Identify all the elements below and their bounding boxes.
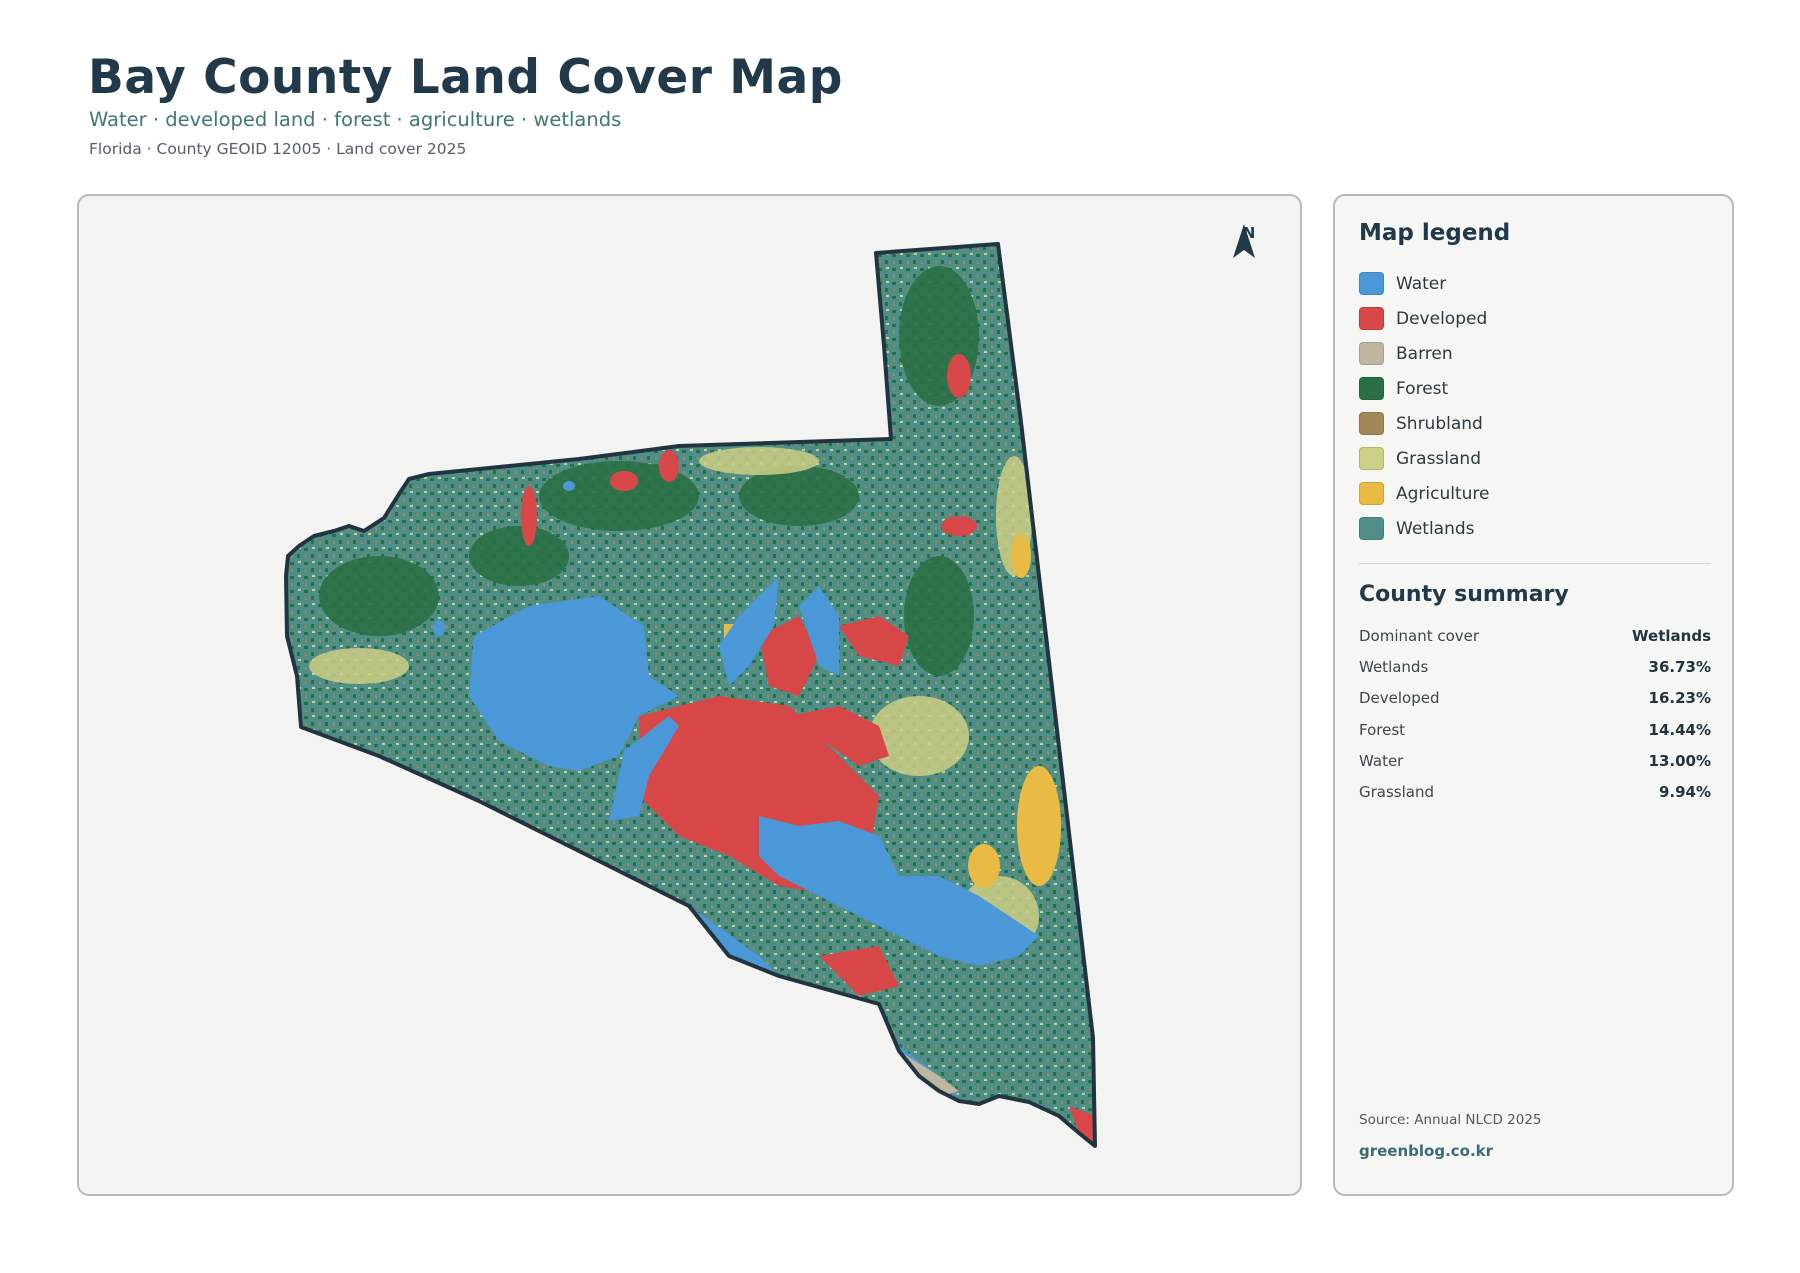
summary-key: Grassland (1359, 783, 1434, 802)
summary-row: Grassland 9.94% (1359, 776, 1711, 807)
source-note: Source: Annual NLCD 2025 (1359, 1112, 1542, 1128)
summary-value: Wetlands (1632, 626, 1711, 645)
legend-label: Wetlands (1396, 518, 1475, 539)
legend-label: Agriculture (1396, 483, 1490, 504)
legend-item-water: Water (1359, 266, 1490, 301)
summary-key: Forest (1359, 720, 1406, 739)
legend-item-agriculture: Agriculture (1359, 476, 1490, 511)
map-subtitle: Water · developed land · forest · agricu… (89, 108, 622, 131)
legend-swatch (1359, 412, 1384, 435)
legend-item-shrubland: Shrubland (1359, 406, 1490, 441)
legend-list: Water Developed Barren Forest Shrubland Grass… (1359, 266, 1490, 546)
legend-swatch (1359, 307, 1384, 330)
north-arrow: N (1231, 222, 1267, 284)
summary-row: Dominant cover Wetlands (1359, 620, 1711, 651)
legend-swatch (1359, 272, 1384, 295)
north-arrow-icon (1233, 224, 1255, 258)
legend-label: Developed (1396, 308, 1488, 329)
legend-swatch (1359, 447, 1384, 470)
legend-item-barren: Barren (1359, 336, 1490, 371)
summary-key: Developed (1359, 689, 1440, 708)
summary-row: Developed 16.23% (1359, 683, 1711, 714)
wetlands-layer (286, 244, 1095, 1146)
summary-row: Wetlands 36.73% (1359, 651, 1711, 682)
map-title: Bay County Land Cover Map (88, 50, 843, 105)
legend-item-grassland: Grassland (1359, 441, 1490, 476)
legend-label: Barren (1396, 343, 1453, 364)
legend-item-developed: Developed (1359, 301, 1490, 336)
summary-row: Water 13.00% (1359, 745, 1711, 776)
legend-title: Map legend (1359, 220, 1511, 246)
legend-swatch (1359, 517, 1384, 540)
legend-label: Water (1396, 273, 1447, 294)
summary-row: Forest 14.44% (1359, 714, 1711, 745)
county-map[interactable] (79, 196, 1302, 1196)
summary-value: 9.94% (1658, 783, 1711, 802)
land-cover-raster (286, 244, 1095, 1146)
summary-key: Water (1359, 751, 1404, 770)
summary-value: 13.00% (1648, 751, 1711, 770)
map-meta: Florida · County GEOID 12005 · Land cove… (89, 140, 467, 158)
legend-item-wetlands: Wetlands (1359, 511, 1490, 546)
legend-item-forest: Forest (1359, 371, 1490, 406)
summary-value: 16.23% (1648, 689, 1711, 708)
summary-title: County summary (1359, 582, 1569, 607)
legend-swatch (1359, 377, 1384, 400)
panel-divider (1359, 563, 1711, 564)
summary-table: Dominant cover Wetlands Wetlands 36.73% Deve… (1359, 620, 1711, 808)
legend-label: Forest (1396, 378, 1449, 399)
site-link[interactable]: greenblog.co.kr (1359, 1142, 1493, 1160)
map-panel[interactable]: N (77, 194, 1302, 1196)
legend-swatch (1359, 482, 1384, 505)
summary-key: Wetlands (1359, 657, 1429, 676)
summary-value: 36.73% (1648, 657, 1711, 676)
summary-value: 14.44% (1648, 720, 1711, 739)
legend-label: Grassland (1396, 448, 1481, 469)
legend-label: Shrubland (1396, 413, 1483, 434)
summary-key: Dominant cover (1359, 626, 1480, 645)
legend-panel: Map legend Water Developed Barren Forest Shr… (1333, 194, 1734, 1196)
legend-swatch (1359, 342, 1384, 365)
